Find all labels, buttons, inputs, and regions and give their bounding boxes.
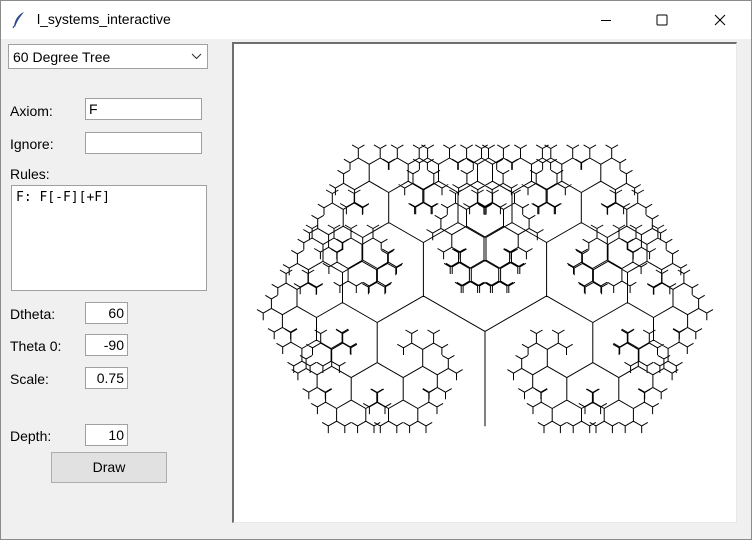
axiom-input[interactable]: F bbox=[85, 98, 202, 120]
theta0-input[interactable]: -90 bbox=[85, 334, 128, 356]
scale-label: Scale: bbox=[10, 371, 49, 387]
scale-input[interactable]: 0.75 bbox=[85, 367, 128, 389]
feather-icon bbox=[12, 12, 24, 29]
minimize-button[interactable] bbox=[583, 1, 629, 39]
window-title: l_systems_interactive bbox=[37, 11, 171, 27]
axiom-label: Axiom: bbox=[10, 103, 53, 119]
draw-button[interactable]: Draw bbox=[51, 452, 167, 483]
dtheta-input[interactable]: 60 bbox=[85, 302, 128, 324]
minimize-icon bbox=[601, 20, 611, 21]
preset-dropdown-value: 60 Degree Tree bbox=[13, 49, 111, 65]
depth-label: Depth: bbox=[10, 428, 52, 444]
tree-branches bbox=[256, 144, 714, 434]
theta0-label: Theta 0: bbox=[10, 338, 62, 354]
depth-input[interactable]: 10 bbox=[85, 424, 128, 446]
l-system-tree bbox=[256, 144, 714, 434]
ignore-label: Ignore: bbox=[10, 136, 54, 152]
preset-dropdown[interactable]: 60 Degree Tree bbox=[8, 44, 208, 69]
chevron-down-icon bbox=[191, 53, 202, 60]
dtheta-label: Dtheta: bbox=[10, 306, 56, 322]
title-bar: l_systems_interactive bbox=[1, 1, 751, 39]
close-button[interactable] bbox=[697, 1, 743, 39]
close-icon bbox=[714, 14, 726, 26]
rules-textarea[interactable]: F: F[-F][+F] bbox=[11, 185, 207, 291]
ignore-input[interactable] bbox=[85, 132, 202, 154]
app-window: l_systems_interactive 60 Degree Tree Axi… bbox=[0, 0, 752, 540]
rules-label: Rules: bbox=[10, 166, 50, 182]
maximize-button[interactable] bbox=[639, 1, 685, 39]
drawing-canvas[interactable] bbox=[232, 42, 737, 523]
maximize-icon bbox=[656, 14, 668, 26]
